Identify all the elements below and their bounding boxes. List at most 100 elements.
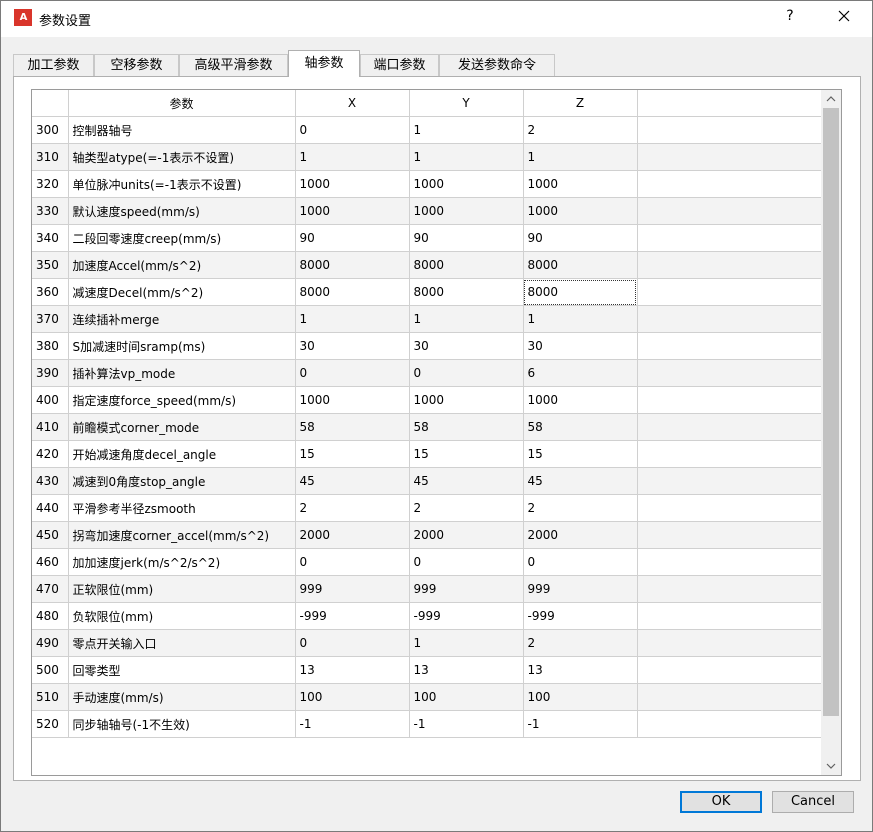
- y-value-cell[interactable]: 1000: [409, 386, 524, 414]
- param-name-cell[interactable]: 单位脉冲units(=-1表示不设置): [68, 170, 296, 198]
- table-row[interactable]: 340 二段回零速度creep(mm/s) 90 90 90: [32, 224, 822, 252]
- y-value-cell[interactable]: 13: [409, 656, 524, 684]
- y-value-cell[interactable]: -1: [409, 710, 524, 738]
- table-row[interactable]: 380 S加减速时间sramp(ms) 30 30 30: [32, 332, 822, 360]
- x-value-cell[interactable]: 0: [295, 629, 410, 657]
- x-value-cell[interactable]: 2: [295, 494, 410, 522]
- x-value-cell[interactable]: 0: [295, 116, 410, 144]
- z-value-cell[interactable]: 58: [523, 413, 638, 441]
- tab-axis-params[interactable]: 轴参数: [288, 50, 360, 77]
- table-row[interactable]: 300 控制器轴号 0 1 2: [32, 116, 822, 144]
- z-value-cell[interactable]: 45: [523, 467, 638, 495]
- z-value-cell[interactable]: 1000: [523, 386, 638, 414]
- y-value-cell[interactable]: 100: [409, 683, 524, 711]
- tab-travel-params[interactable]: 空移参数: [94, 54, 179, 76]
- y-value-cell[interactable]: 0: [409, 359, 524, 387]
- param-name-cell[interactable]: 正软限位(mm): [68, 575, 296, 603]
- y-value-cell[interactable]: 8000: [409, 251, 524, 279]
- param-name-cell[interactable]: 指定速度force_speed(mm/s): [68, 386, 296, 414]
- table-row[interactable]: 420 开始减速角度decel_angle 15 15 15: [32, 440, 822, 468]
- param-name-cell[interactable]: 加加速度jerk(m/s^2/s^2): [68, 548, 296, 576]
- param-name-cell[interactable]: 二段回零速度creep(mm/s): [68, 224, 296, 252]
- z-value-cell[interactable]: 2000: [523, 521, 638, 549]
- x-value-cell[interactable]: 100: [295, 683, 410, 711]
- z-value-cell[interactable]: 90: [523, 224, 638, 252]
- param-name-cell[interactable]: 同步轴轴号(-1不生效): [68, 710, 296, 738]
- table-row[interactable]: 390 插补算法vp_mode 0 0 6: [32, 359, 822, 387]
- table-row[interactable]: 360 减速度Decel(mm/s^2) 8000 8000 8000: [32, 278, 822, 306]
- x-value-cell[interactable]: 45: [295, 467, 410, 495]
- y-value-cell[interactable]: 1000: [409, 170, 524, 198]
- param-name-cell[interactable]: 轴类型atype(=-1表示不设置): [68, 143, 296, 171]
- x-value-cell[interactable]: 8000: [295, 251, 410, 279]
- param-name-cell[interactable]: 前瞻模式corner_mode: [68, 413, 296, 441]
- table-row[interactable]: 500 回零类型 13 13 13: [32, 656, 822, 684]
- x-value-cell[interactable]: 1000: [295, 197, 410, 225]
- param-name-cell[interactable]: 零点开关输入口: [68, 629, 296, 657]
- y-value-cell[interactable]: -999: [409, 602, 524, 630]
- vertical-scrollbar[interactable]: [821, 90, 841, 775]
- x-value-cell[interactable]: 1: [295, 305, 410, 333]
- column-header-z[interactable]: Z: [523, 90, 638, 117]
- table-row[interactable]: 370 连续插补merge 1 1 1: [32, 305, 822, 333]
- scroll-down-button[interactable]: [821, 758, 841, 775]
- param-name-cell[interactable]: 减速度Decel(mm/s^2): [68, 278, 296, 306]
- table-row[interactable]: 320 单位脉冲units(=-1表示不设置) 1000 1000 1000: [32, 170, 822, 198]
- z-value-cell[interactable]: 1: [523, 305, 638, 333]
- table-row[interactable]: 460 加加速度jerk(m/s^2/s^2) 0 0 0: [32, 548, 822, 576]
- x-value-cell[interactable]: 1: [295, 143, 410, 171]
- param-name-cell[interactable]: 减速到0角度stop_angle: [68, 467, 296, 495]
- tab-processing-params[interactable]: 加工参数: [13, 54, 94, 76]
- y-value-cell[interactable]: 1000: [409, 197, 524, 225]
- table-row[interactable]: 350 加速度Accel(mm/s^2) 8000 8000 8000: [32, 251, 822, 279]
- param-name-cell[interactable]: 插补算法vp_mode: [68, 359, 296, 387]
- z-value-cell[interactable]: -999: [523, 602, 638, 630]
- z-value-cell[interactable]: -1: [523, 710, 638, 738]
- table-row[interactable]: 400 指定速度force_speed(mm/s) 1000 1000 1000: [32, 386, 822, 414]
- table-row[interactable]: 310 轴类型atype(=-1表示不设置) 1 1 1: [32, 143, 822, 171]
- scroll-up-button[interactable]: [821, 90, 841, 107]
- param-name-cell[interactable]: 手动速度(mm/s): [68, 683, 296, 711]
- table-row[interactable]: 450 拐弯加速度corner_accel(mm/s^2) 2000 2000 2000: [32, 521, 822, 549]
- column-header-x[interactable]: X: [295, 90, 410, 117]
- tab-port-params[interactable]: 端口参数: [360, 54, 439, 76]
- param-name-cell[interactable]: 加速度Accel(mm/s^2): [68, 251, 296, 279]
- y-value-cell[interactable]: 1: [409, 629, 524, 657]
- x-value-cell[interactable]: 13: [295, 656, 410, 684]
- param-name-cell[interactable]: 连续插补merge: [68, 305, 296, 333]
- param-name-cell[interactable]: 默认速度speed(mm/s): [68, 197, 296, 225]
- z-value-cell[interactable]: 8000: [523, 278, 638, 306]
- x-value-cell[interactable]: 90: [295, 224, 410, 252]
- z-value-cell[interactable]: 1: [523, 143, 638, 171]
- y-value-cell[interactable]: 2000: [409, 521, 524, 549]
- z-value-cell[interactable]: 2: [523, 494, 638, 522]
- x-value-cell[interactable]: 15: [295, 440, 410, 468]
- ok-button[interactable]: OK: [680, 791, 762, 813]
- y-value-cell[interactable]: 2: [409, 494, 524, 522]
- z-value-cell[interactable]: 2: [523, 116, 638, 144]
- z-value-cell[interactable]: 13: [523, 656, 638, 684]
- param-name-cell[interactable]: 控制器轴号: [68, 116, 296, 144]
- x-value-cell[interactable]: 8000: [295, 278, 410, 306]
- table-row[interactable]: 330 默认速度speed(mm/s) 1000 1000 1000: [32, 197, 822, 225]
- x-value-cell[interactable]: 1000: [295, 386, 410, 414]
- param-name-cell[interactable]: 回零类型: [68, 656, 296, 684]
- y-value-cell[interactable]: 999: [409, 575, 524, 603]
- table-row[interactable]: 490 零点开关输入口 0 1 2: [32, 629, 822, 657]
- param-name-cell[interactable]: S加减速时间sramp(ms): [68, 332, 296, 360]
- x-value-cell[interactable]: 58: [295, 413, 410, 441]
- y-value-cell[interactable]: 45: [409, 467, 524, 495]
- tab-send-param-commands[interactable]: 发送参数命令: [439, 54, 555, 76]
- table-row[interactable]: 410 前瞻模式corner_mode 58 58 58: [32, 413, 822, 441]
- x-value-cell[interactable]: 30: [295, 332, 410, 360]
- y-value-cell[interactable]: 1: [409, 305, 524, 333]
- z-value-cell[interactable]: 6: [523, 359, 638, 387]
- column-header-y[interactable]: Y: [409, 90, 524, 117]
- x-value-cell[interactable]: 2000: [295, 521, 410, 549]
- scrollbar-thumb[interactable]: [823, 108, 839, 716]
- z-value-cell[interactable]: 2: [523, 629, 638, 657]
- table-row[interactable]: 480 负软限位(mm) -999 -999 -999: [32, 602, 822, 630]
- z-value-cell[interactable]: 999: [523, 575, 638, 603]
- x-value-cell[interactable]: 0: [295, 548, 410, 576]
- x-value-cell[interactable]: -1: [295, 710, 410, 738]
